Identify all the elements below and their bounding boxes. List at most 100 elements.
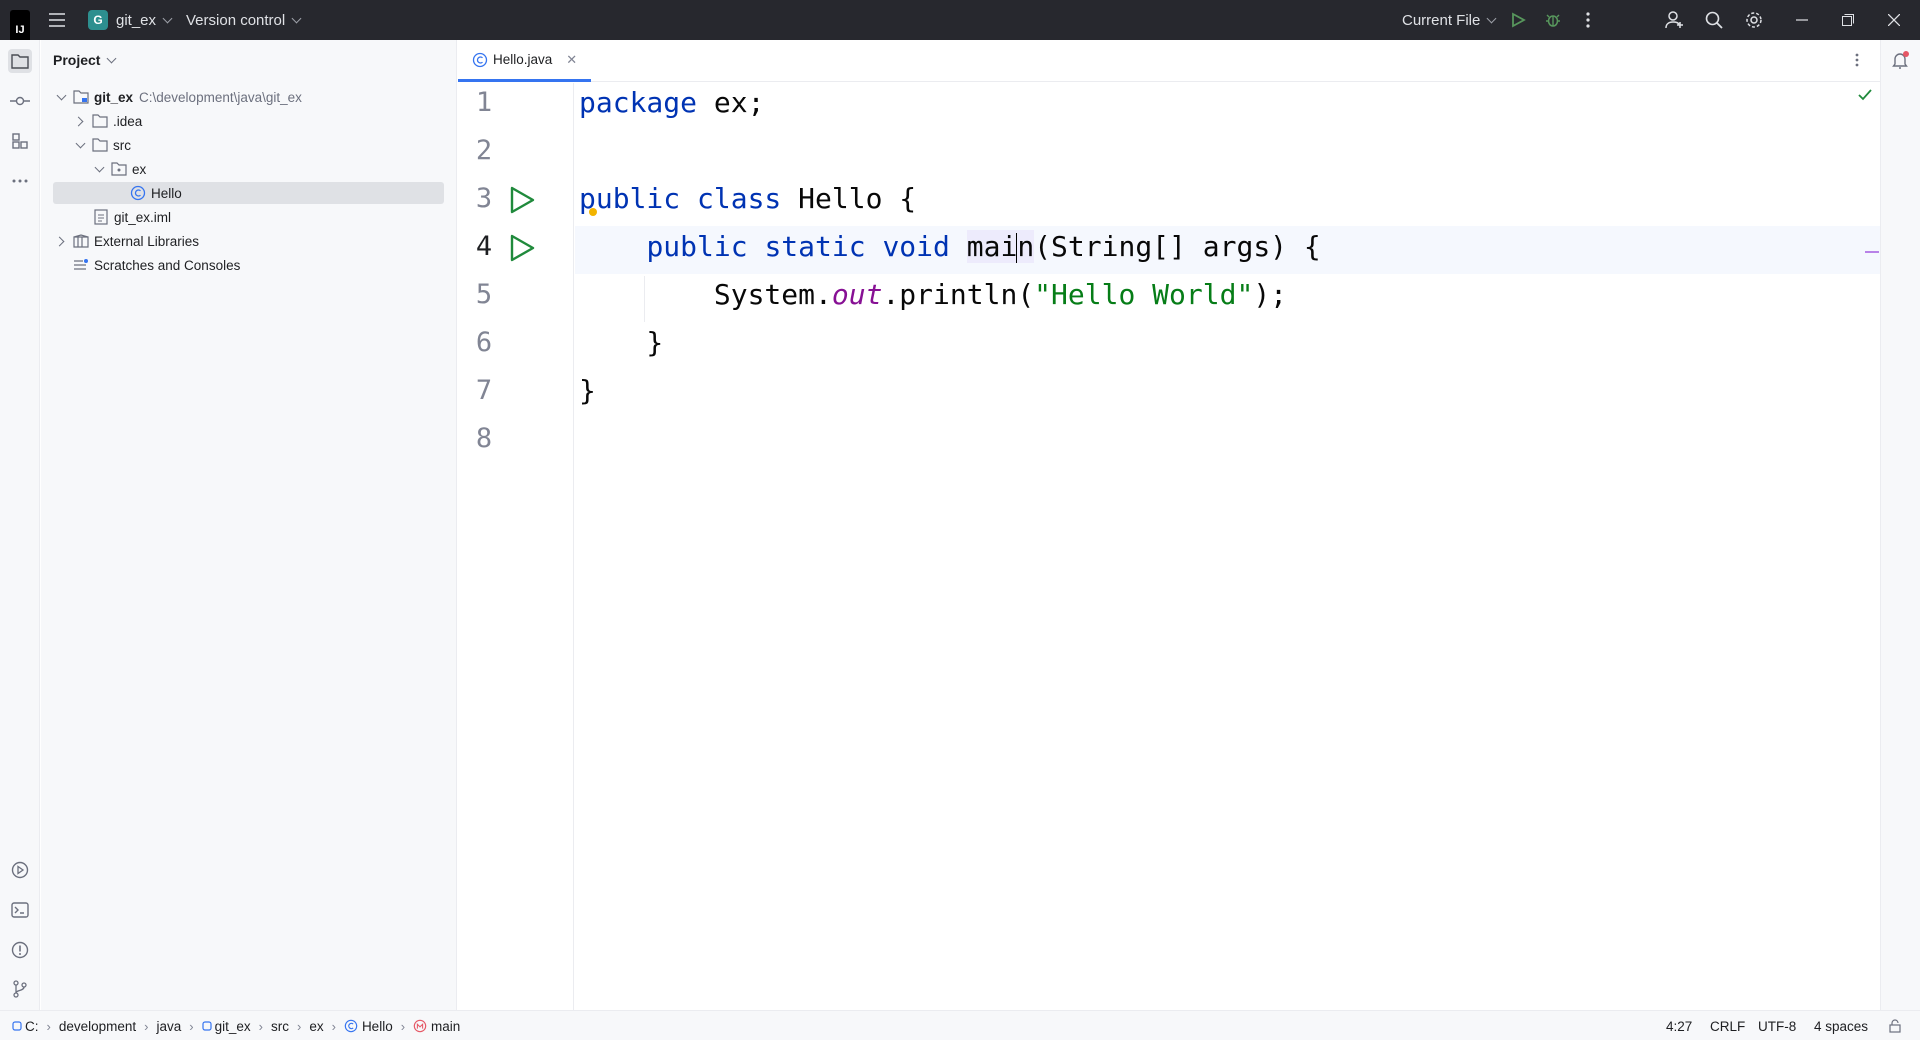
breadcrumb-item[interactable]: development (59, 1019, 136, 1034)
tree-item-scratches[interactable]: Scratches and Consoles (53, 254, 444, 276)
expand-toggle-icon[interactable] (55, 91, 67, 103)
editor-gutter (458, 83, 574, 1010)
breadcrumb-item[interactable]: ex (309, 1019, 323, 1034)
drive-icon (12, 1021, 22, 1031)
class-icon (130, 185, 146, 201)
commit-tool-icon[interactable] (8, 89, 32, 113)
tree-item-label: git_ex (94, 89, 134, 105)
lock-icon[interactable] (1888, 1011, 1902, 1041)
chevron-right-icon: › (296, 1018, 302, 1034)
module-folder-icon (73, 89, 89, 105)
version-control-label: Version control (186, 11, 286, 29)
tree-item-external-libraries[interactable]: External Libraries (53, 230, 444, 252)
project-panel: Project git_ex C:\development\java\git_e… (41, 40, 457, 1010)
keyword: public class (579, 182, 782, 215)
project-panel-title-label: Project (53, 52, 101, 68)
package-icon (111, 161, 127, 177)
editor-tab-hello-java[interactable]: Hello.java ✕ (458, 40, 592, 82)
settings-icon[interactable] (1736, 0, 1772, 40)
folder-icon (92, 113, 108, 129)
project-badge: G (88, 10, 108, 30)
project-panel-title[interactable]: Project (53, 52, 117, 68)
problems-tool-icon[interactable] (8, 938, 32, 962)
breadcrumb-item[interactable]: git_ex (202, 1019, 251, 1034)
tree-item-git-ex-iml[interactable]: git_ex.iml (53, 206, 444, 228)
chevron-down-icon (1486, 13, 1497, 23)
close-tab-icon[interactable]: ✕ (566, 52, 577, 68)
inspection-ok-icon[interactable] (1858, 88, 1872, 106)
project-name: git_ex (116, 11, 157, 29)
tree-item-path: C:\development\java\git_ex (139, 89, 302, 105)
static-field: out (831, 278, 883, 311)
breadcrumb-item[interactable]: Hello (344, 1019, 393, 1034)
breadcrumb-item[interactable]: java (157, 1019, 182, 1034)
breadcrumb-item[interactable]: C: (12, 1019, 39, 1034)
caret-position[interactable]: 4:27 (1666, 1011, 1692, 1041)
scratches-icon (73, 257, 89, 273)
code-text: (String[] args) { (1034, 230, 1321, 263)
file-encoding[interactable]: UTF-8 (1758, 1011, 1796, 1041)
version-control-menu[interactable]: Version control (186, 0, 302, 40)
chevron-right-icon: › (189, 1018, 194, 1034)
expand-toggle-icon[interactable] (74, 139, 86, 151)
chevron-down-icon (162, 13, 173, 23)
method-name-part: n (1017, 230, 1035, 263)
close-icon[interactable] (1876, 0, 1912, 40)
tree-item-label: src (113, 137, 131, 153)
run-gutter-icon[interactable] (508, 186, 536, 214)
keyword: public static void (646, 230, 950, 263)
more-vertical-icon[interactable] (1570, 0, 1606, 40)
scroll-marker[interactable] (1865, 251, 1879, 253)
run-tool-icon[interactable] (8, 858, 32, 882)
terminal-tool-icon[interactable] (8, 898, 32, 922)
code-line-4: public static void main(String[] args) { (579, 230, 1321, 263)
line-number: 4 (475, 231, 493, 262)
tree-item-src[interactable]: src (53, 134, 444, 156)
module-icon (202, 1021, 212, 1031)
line-number: 6 (475, 327, 493, 358)
tree-item-idea[interactable]: .idea (53, 110, 444, 132)
git-tool-icon[interactable] (8, 977, 32, 1001)
breadcrumb-item[interactable]: src (271, 1019, 289, 1034)
expand-toggle-icon[interactable] (93, 163, 105, 175)
intention-bulb-icon[interactable] (589, 208, 597, 216)
add-user-icon[interactable] (1657, 0, 1693, 40)
tree-item-git-ex[interactable]: git_ex C:\development\java\git_ex (53, 86, 444, 108)
breadcrumb-item[interactable]: main (413, 1019, 460, 1034)
tree-item-ex[interactable]: ex (53, 158, 444, 180)
expand-toggle-icon[interactable] (55, 235, 67, 247)
line-number: 1 (475, 87, 493, 118)
structure-tool-icon[interactable] (8, 129, 32, 153)
minimize-icon[interactable] (1784, 0, 1820, 40)
status-bar: C: › development › java › git_ex › src ›… (0, 1010, 1920, 1040)
project-tool-icon[interactable] (8, 49, 32, 73)
code-text: ); (1253, 278, 1288, 311)
restore-icon[interactable] (1830, 0, 1866, 40)
more-vertical-icon[interactable] (1855, 53, 1859, 72)
line-number: 7 (475, 375, 493, 406)
run-config-selector[interactable]: Current File (1402, 0, 1497, 40)
line-separator[interactable]: CRLF (1710, 1011, 1745, 1041)
code-editor[interactable]: 1 2 3 4 5 6 7 8 package ex; public class… (458, 83, 1880, 1010)
library-icon (73, 233, 89, 249)
project-widget[interactable]: G git_ex (88, 0, 173, 40)
indent-setting[interactable]: 4 spaces (1814, 1011, 1868, 1041)
chevron-down-icon (107, 53, 117, 63)
tree-item-hello[interactable]: Hello (53, 182, 444, 204)
right-tool-strip (1880, 40, 1920, 1010)
breadcrumb: C: › development › java › git_ex › src ›… (12, 1011, 460, 1041)
chevron-right-icon: › (46, 1018, 51, 1034)
run-gutter-icon[interactable] (508, 234, 536, 262)
expand-toggle-icon[interactable] (74, 115, 86, 127)
run-config-label: Current File (1402, 11, 1481, 29)
editor-tab-label: Hello.java (493, 52, 553, 67)
more-tools-icon[interactable] (8, 169, 32, 193)
run-icon[interactable] (1500, 0, 1536, 40)
notifications-icon[interactable] (1891, 50, 1911, 75)
main-menu-icon[interactable] (48, 0, 70, 40)
line-number: 5 (475, 279, 493, 310)
search-icon[interactable] (1696, 0, 1732, 40)
debug-icon[interactable] (1535, 0, 1571, 40)
